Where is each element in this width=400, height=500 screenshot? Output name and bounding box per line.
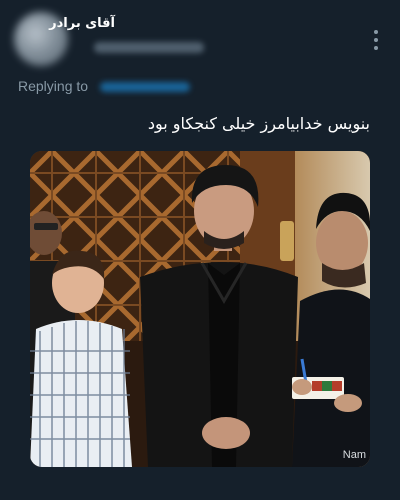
photo-illustration	[30, 151, 370, 467]
user-handle-blurred	[94, 42, 204, 53]
photo-watermark: Nam	[342, 449, 366, 461]
tweet-header: آقای برادر	[49, 14, 360, 58]
tweet-card[interactable]: آقای برادر Replying to بنویس خدابیامرز خ…	[0, 0, 400, 500]
tweet-photo[interactable]: Nam	[30, 151, 370, 467]
tweet-text: بنویس خدابیامرز خیلی کنجکاو بود	[147, 114, 370, 133]
replying-to-label: Replying to	[18, 78, 89, 94]
display-name[interactable]: آقای برادر	[49, 16, 115, 31]
more-options-icon[interactable]	[370, 30, 382, 50]
replying-to-handle-blurred[interactable]	[100, 82, 190, 92]
